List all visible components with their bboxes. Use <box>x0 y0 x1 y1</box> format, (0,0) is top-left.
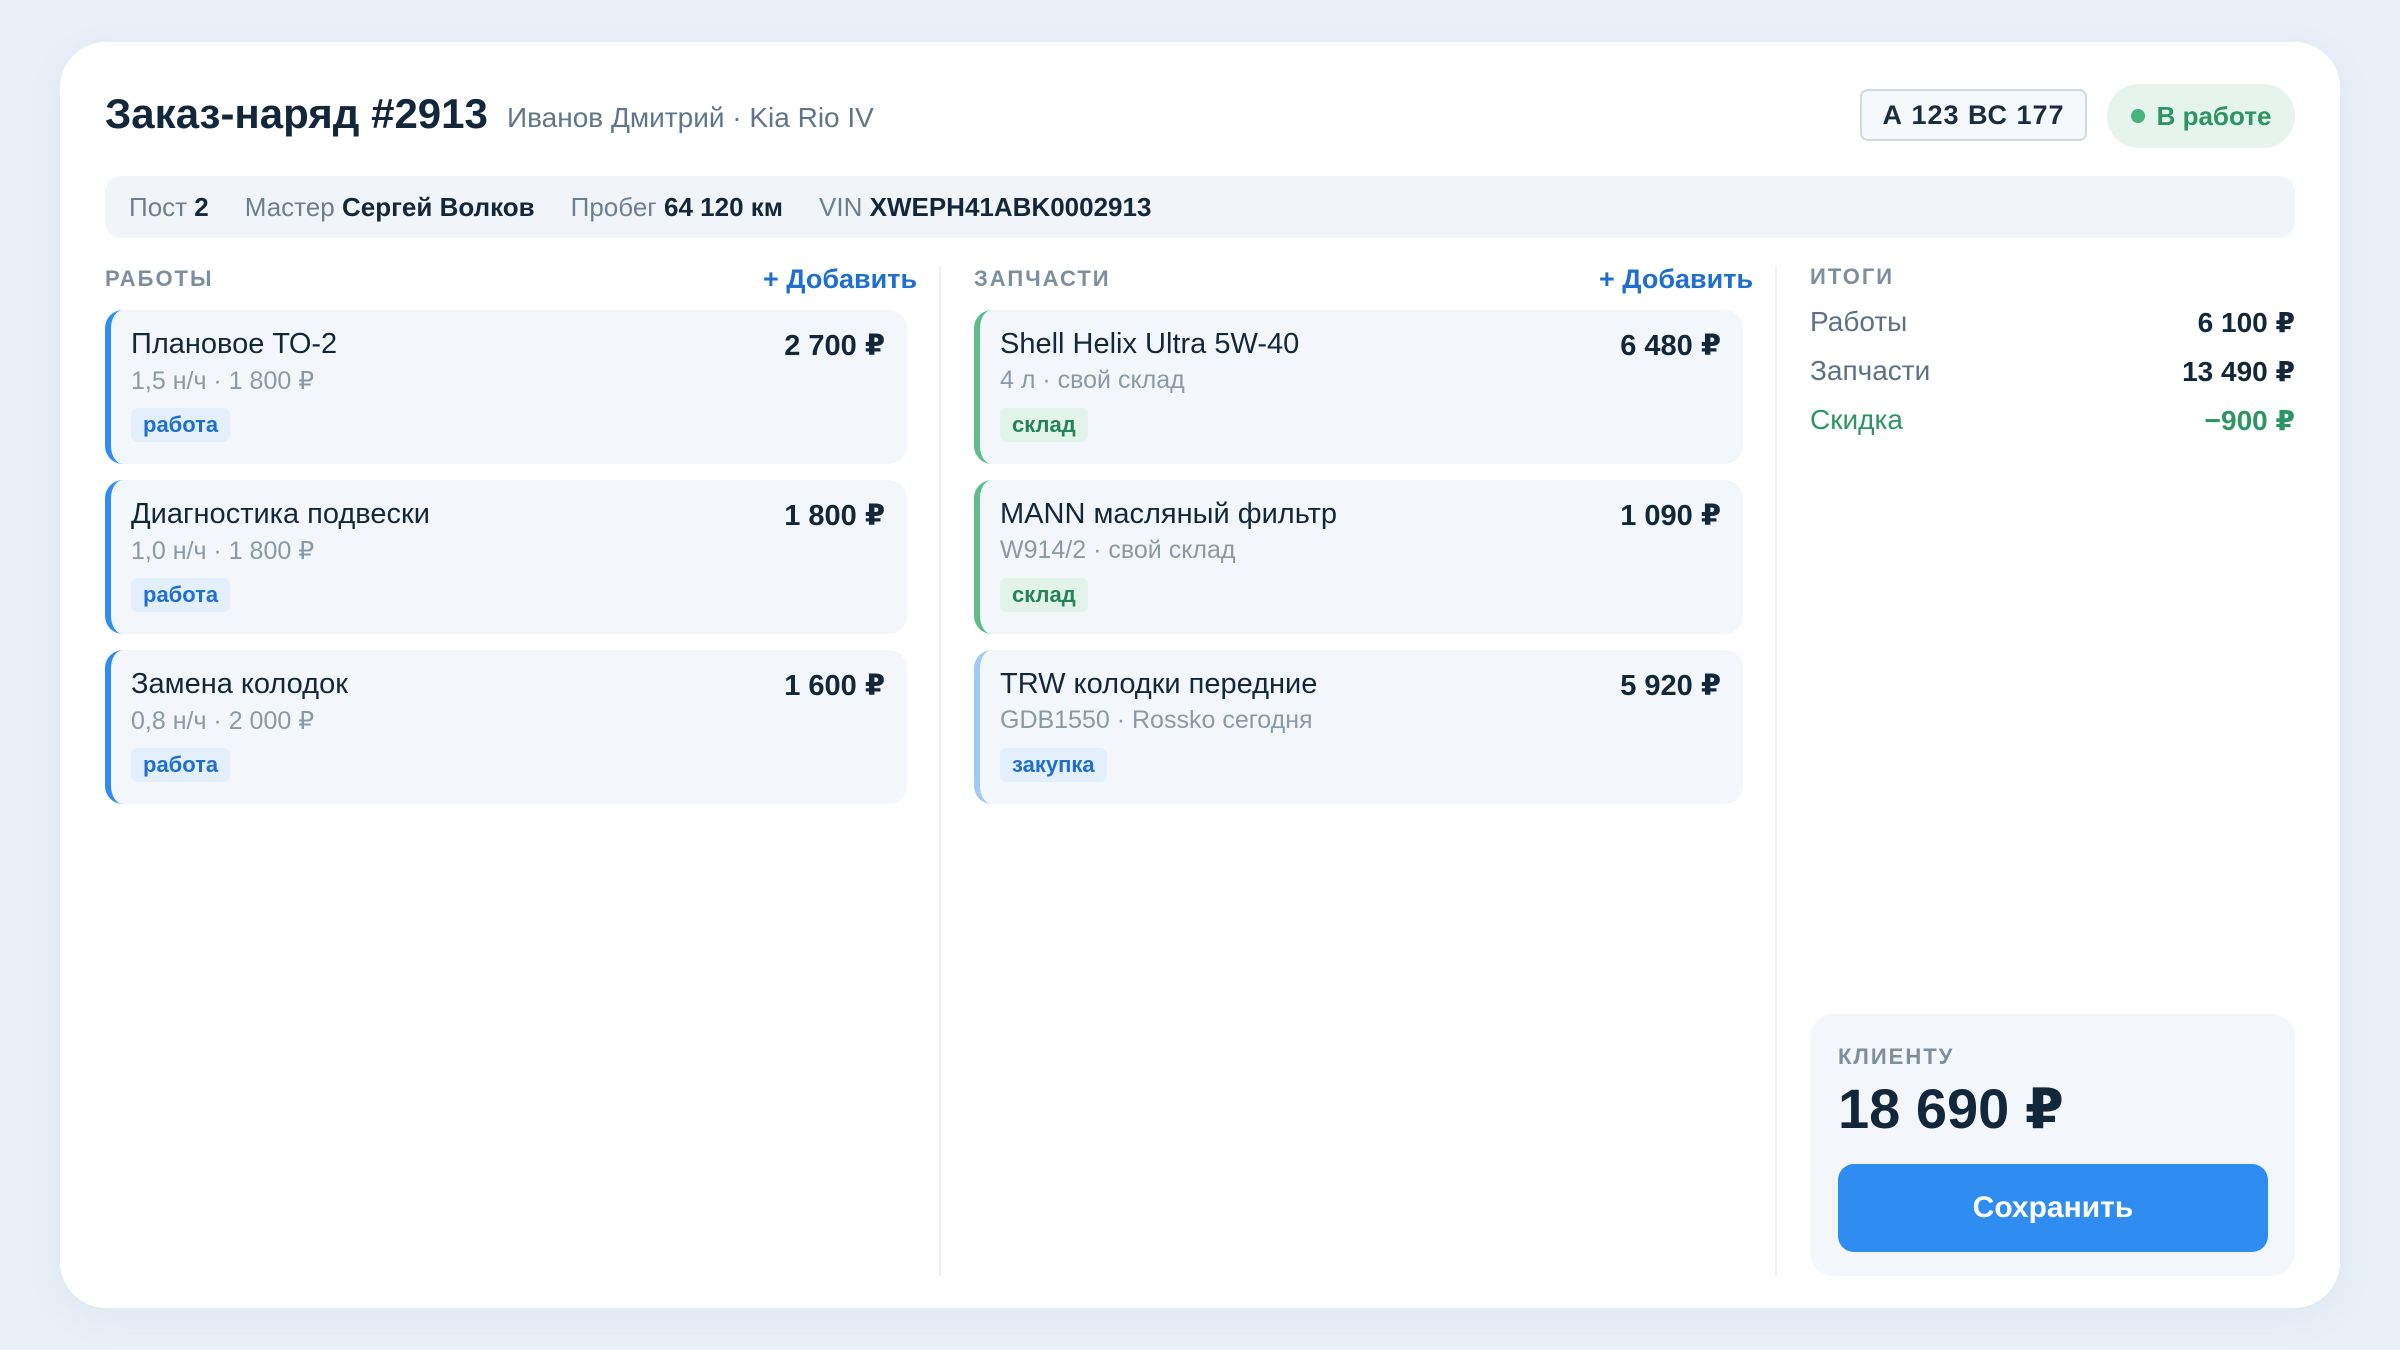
info-vin-label: VIN <box>819 191 863 222</box>
save-button[interactable]: Сохранить <box>1838 1164 2268 1252</box>
totals-parts-label: Запчасти <box>1810 355 1931 386</box>
part-item-tag: склад <box>1000 578 1088 612</box>
customer-vehicle-subtitle: Иванов Дмитрий · Kia Rio IV <box>507 102 874 133</box>
work-item-detail: 1,5 н/ч · 1 800 ₽ <box>131 367 315 395</box>
client-total-panel: КЛИЕНТУ 18 690 ₽ Сохранить <box>1810 1014 2295 1276</box>
work-item-name: Диагностика подвески <box>131 498 430 530</box>
works-section-heading: РАБОТЫ <box>105 266 214 291</box>
work-item-tag: работа <box>131 748 231 782</box>
part-item-tag: склад <box>1000 408 1088 442</box>
part-item-price: 5 920 ₽ <box>1620 670 1721 702</box>
work-item-name: Замена колодок <box>131 668 348 700</box>
info-vin: VIN XWEPH41ABK0002913 <box>819 192 1151 223</box>
status-badge[interactable]: В работе <box>2107 84 2295 148</box>
part-item-tag: закупка <box>1000 748 1107 782</box>
work-item-tag: работа <box>131 578 231 612</box>
info-mileage: Пробег 64 120 км <box>571 192 783 223</box>
client-total-amount: 18 690 ₽ <box>1838 1077 2064 1140</box>
work-item[interactable]: Замена колодок 1 600 ₽ 0,8 н/ч · 2 000 ₽… <box>105 650 907 804</box>
info-master: Мастер Сергей Волков <box>245 192 535 223</box>
part-item-detail: GDB1550 · Rossko сегодня <box>1000 706 1313 734</box>
info-vin-value: XWEPH41ABK0002913 <box>869 191 1152 222</box>
part-item-price: 1 090 ₽ <box>1620 500 1721 532</box>
work-item-tag: работа <box>131 408 231 442</box>
status-dot-icon <box>2130 109 2145 123</box>
part-item-name: MANN масляный фильтр <box>1000 498 1337 530</box>
column-divider <box>939 266 941 1276</box>
part-item-name: Shell Helix Ultra 5W-40 <box>1000 328 1300 360</box>
parts-section-heading: ЗАПЧАСТИ <box>974 266 1111 291</box>
totals-discount-label: Скидка <box>1810 404 1903 435</box>
add-part-button[interactable]: + Добавить <box>1599 264 1753 295</box>
totals-works-value: 6 100 ₽ <box>2197 307 2295 338</box>
info-post-value: 2 <box>194 191 209 222</box>
info-post: Пост 2 <box>129 192 209 223</box>
client-total-label: КЛИЕНТУ <box>1838 1044 1955 1069</box>
totals-row-works: Работы 6 100 ₽ <box>1810 306 2295 339</box>
totals-row-parts: Запчасти 13 490 ₽ <box>1810 355 2295 388</box>
info-mileage-value: 64 120 км <box>664 191 784 222</box>
work-item-price: 2 700 ₽ <box>784 330 885 362</box>
info-master-value: Сергей Волков <box>341 191 535 222</box>
work-item-detail: 0,8 н/ч · 2 000 ₽ <box>131 707 315 735</box>
work-item[interactable]: Диагностика подвески 1 800 ₽ 1,0 н/ч · 1… <box>105 480 907 634</box>
info-master-label: Мастер <box>244 191 335 222</box>
totals-discount-value: −900 ₽ <box>2204 405 2295 436</box>
part-item[interactable]: Shell Helix Ultra 5W-40 6 480 ₽ 4 л · св… <box>974 310 1743 464</box>
add-work-button[interactable]: + Добавить <box>763 264 917 295</box>
part-item-name: TRW колодки передние <box>1000 668 1318 700</box>
totals-works-label: Работы <box>1810 306 1908 337</box>
part-item-price: 6 480 ₽ <box>1620 330 1721 362</box>
work-item-detail: 1,0 н/ч · 1 800 ₽ <box>131 537 315 565</box>
part-item[interactable]: TRW колодки передние 5 920 ₽ GDB1550 · R… <box>974 650 1743 804</box>
work-item-price: 1 600 ₽ <box>784 670 885 702</box>
info-mileage-label: Пробег <box>570 191 657 222</box>
order-info-bar: Пост 2 Мастер Сергей Волков Пробег 64 12… <box>105 176 2295 238</box>
totals-row-discount: Скидка −900 ₽ <box>1810 404 2295 437</box>
column-divider <box>1775 266 1777 1276</box>
part-item-detail: W914/2 · свой склад <box>1000 536 1236 564</box>
page-title: Заказ-наряд #2913 <box>105 90 488 137</box>
license-plate-badge: А 123 ВС 177 <box>1860 89 2087 141</box>
work-item-name: Плановое ТО-2 <box>131 328 338 360</box>
totals-section-heading: ИТОГИ <box>1810 264 1895 289</box>
work-item-price: 1 800 ₽ <box>784 500 885 532</box>
part-item-detail: 4 л · свой склад <box>1000 366 1185 394</box>
totals-parts-value: 13 490 ₽ <box>2182 356 2295 387</box>
work-item[interactable]: Плановое ТО-2 2 700 ₽ 1,5 н/ч · 1 800 ₽ … <box>105 310 907 464</box>
part-item[interactable]: MANN масляный фильтр 1 090 ₽ W914/2 · св… <box>974 480 1743 634</box>
status-label: В работе <box>2156 100 2272 131</box>
work-order-card: Заказ-наряд #2913 Иванов Дмитрий · Kia R… <box>60 42 2340 1308</box>
info-post-label: Пост <box>129 191 188 222</box>
